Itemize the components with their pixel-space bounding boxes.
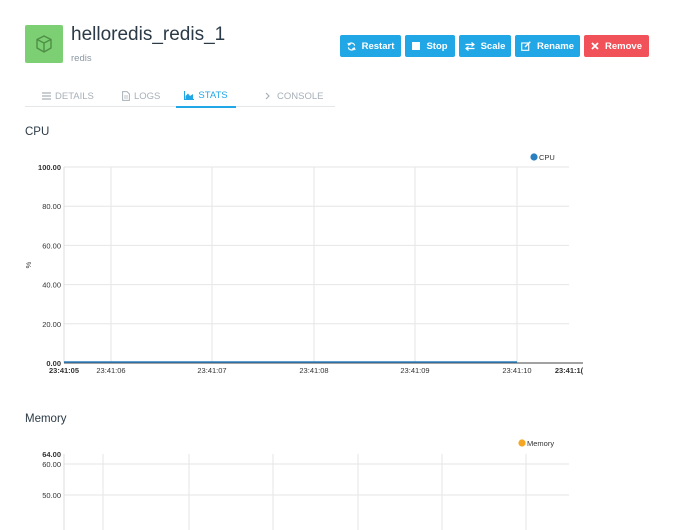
- terminal-icon: [265, 92, 270, 100]
- cpu-xtick-label: 23:41:09: [400, 366, 429, 375]
- tab-logs-label: LOGS: [134, 90, 161, 102]
- stop-icon: [412, 42, 421, 50]
- cpu-ytick-label: 20.00: [42, 320, 61, 329]
- scale-button[interactable]: Scale: [459, 35, 511, 57]
- memory-legend-marker: [518, 439, 526, 447]
- tab-logs[interactable]: LOGS: [122, 85, 160, 107]
- close-icon: [591, 42, 599, 50]
- rename-button[interactable]: Rename: [515, 35, 580, 57]
- tab-stats[interactable]: STATS: [176, 85, 236, 108]
- tab-details[interactable]: DETAILS: [42, 85, 94, 107]
- box-icon: [36, 35, 52, 53]
- memory-ytick-label: 60.00: [42, 460, 61, 469]
- cpu-legend-label: CPU: [539, 153, 555, 162]
- stop-button[interactable]: Stop: [405, 35, 455, 57]
- tab-stats-label: STATS: [198, 90, 228, 101]
- file-icon: [122, 91, 130, 101]
- cpu-legend-marker: [530, 153, 538, 161]
- scale-label: Scale: [480, 40, 506, 52]
- arrows-exchange-icon: [464, 41, 475, 51]
- edit-icon: [521, 41, 531, 51]
- restart-button[interactable]: Restart: [340, 35, 401, 57]
- remove-button[interactable]: Remove: [584, 35, 649, 57]
- tab-console-label: CONSOLE: [277, 90, 324, 102]
- area-chart-icon: [184, 91, 195, 100]
- stop-label: Stop: [426, 40, 448, 52]
- cpu-ytick-label: 60.00: [42, 241, 61, 250]
- cpu-ytick-label: 100.00: [38, 163, 61, 172]
- memory-chart: 64.0060.00 50.00 Memory: [42, 439, 569, 530]
- cpu-y-axis-label: %: [24, 261, 33, 268]
- cpu-xtick-label: 23:41:05: [49, 366, 79, 375]
- cpu-ytick-label: 80.00: [42, 202, 61, 211]
- container-image: redis: [71, 53, 92, 64]
- list-icon: [42, 92, 51, 100]
- cpu-chart: 100.0080.0060.0040.0020.000.0023:41:05 23…: [24, 153, 584, 375]
- container-name: helloredis_redis_1: [71, 24, 226, 45]
- container-icon: [25, 25, 63, 63]
- tab-details-label: DETAILS: [55, 90, 94, 102]
- tab-bar: DETAILS LOGS STATS CONSOLE: [25, 85, 335, 108]
- cpu-ytick-label: 40.00: [42, 281, 61, 290]
- cpu-xtick-label: 23:41:1(: [555, 366, 584, 375]
- cpu-xtick-label: 23:41:08: [299, 366, 328, 375]
- memory-ytick-label: 64.00: [42, 450, 61, 459]
- memory-ytick-label: 50.00: [42, 491, 61, 500]
- rename-label: Rename: [537, 40, 574, 52]
- memory-legend-label: Memory: [527, 439, 554, 448]
- cpu-xtick-label: 23:41:06: [96, 366, 125, 375]
- restart-label: Restart: [361, 40, 395, 52]
- cpu-xtick-label: 23:41:10: [502, 366, 531, 375]
- memory-section-title: Memory: [25, 413, 67, 425]
- tab-console[interactable]: CONSOLE: [265, 85, 323, 107]
- cpu-xtick-label: 23:41:07: [197, 366, 226, 375]
- remove-label: Remove: [605, 40, 642, 52]
- cpu-section-title: CPU: [25, 126, 50, 138]
- refresh-icon: [347, 41, 356, 51]
